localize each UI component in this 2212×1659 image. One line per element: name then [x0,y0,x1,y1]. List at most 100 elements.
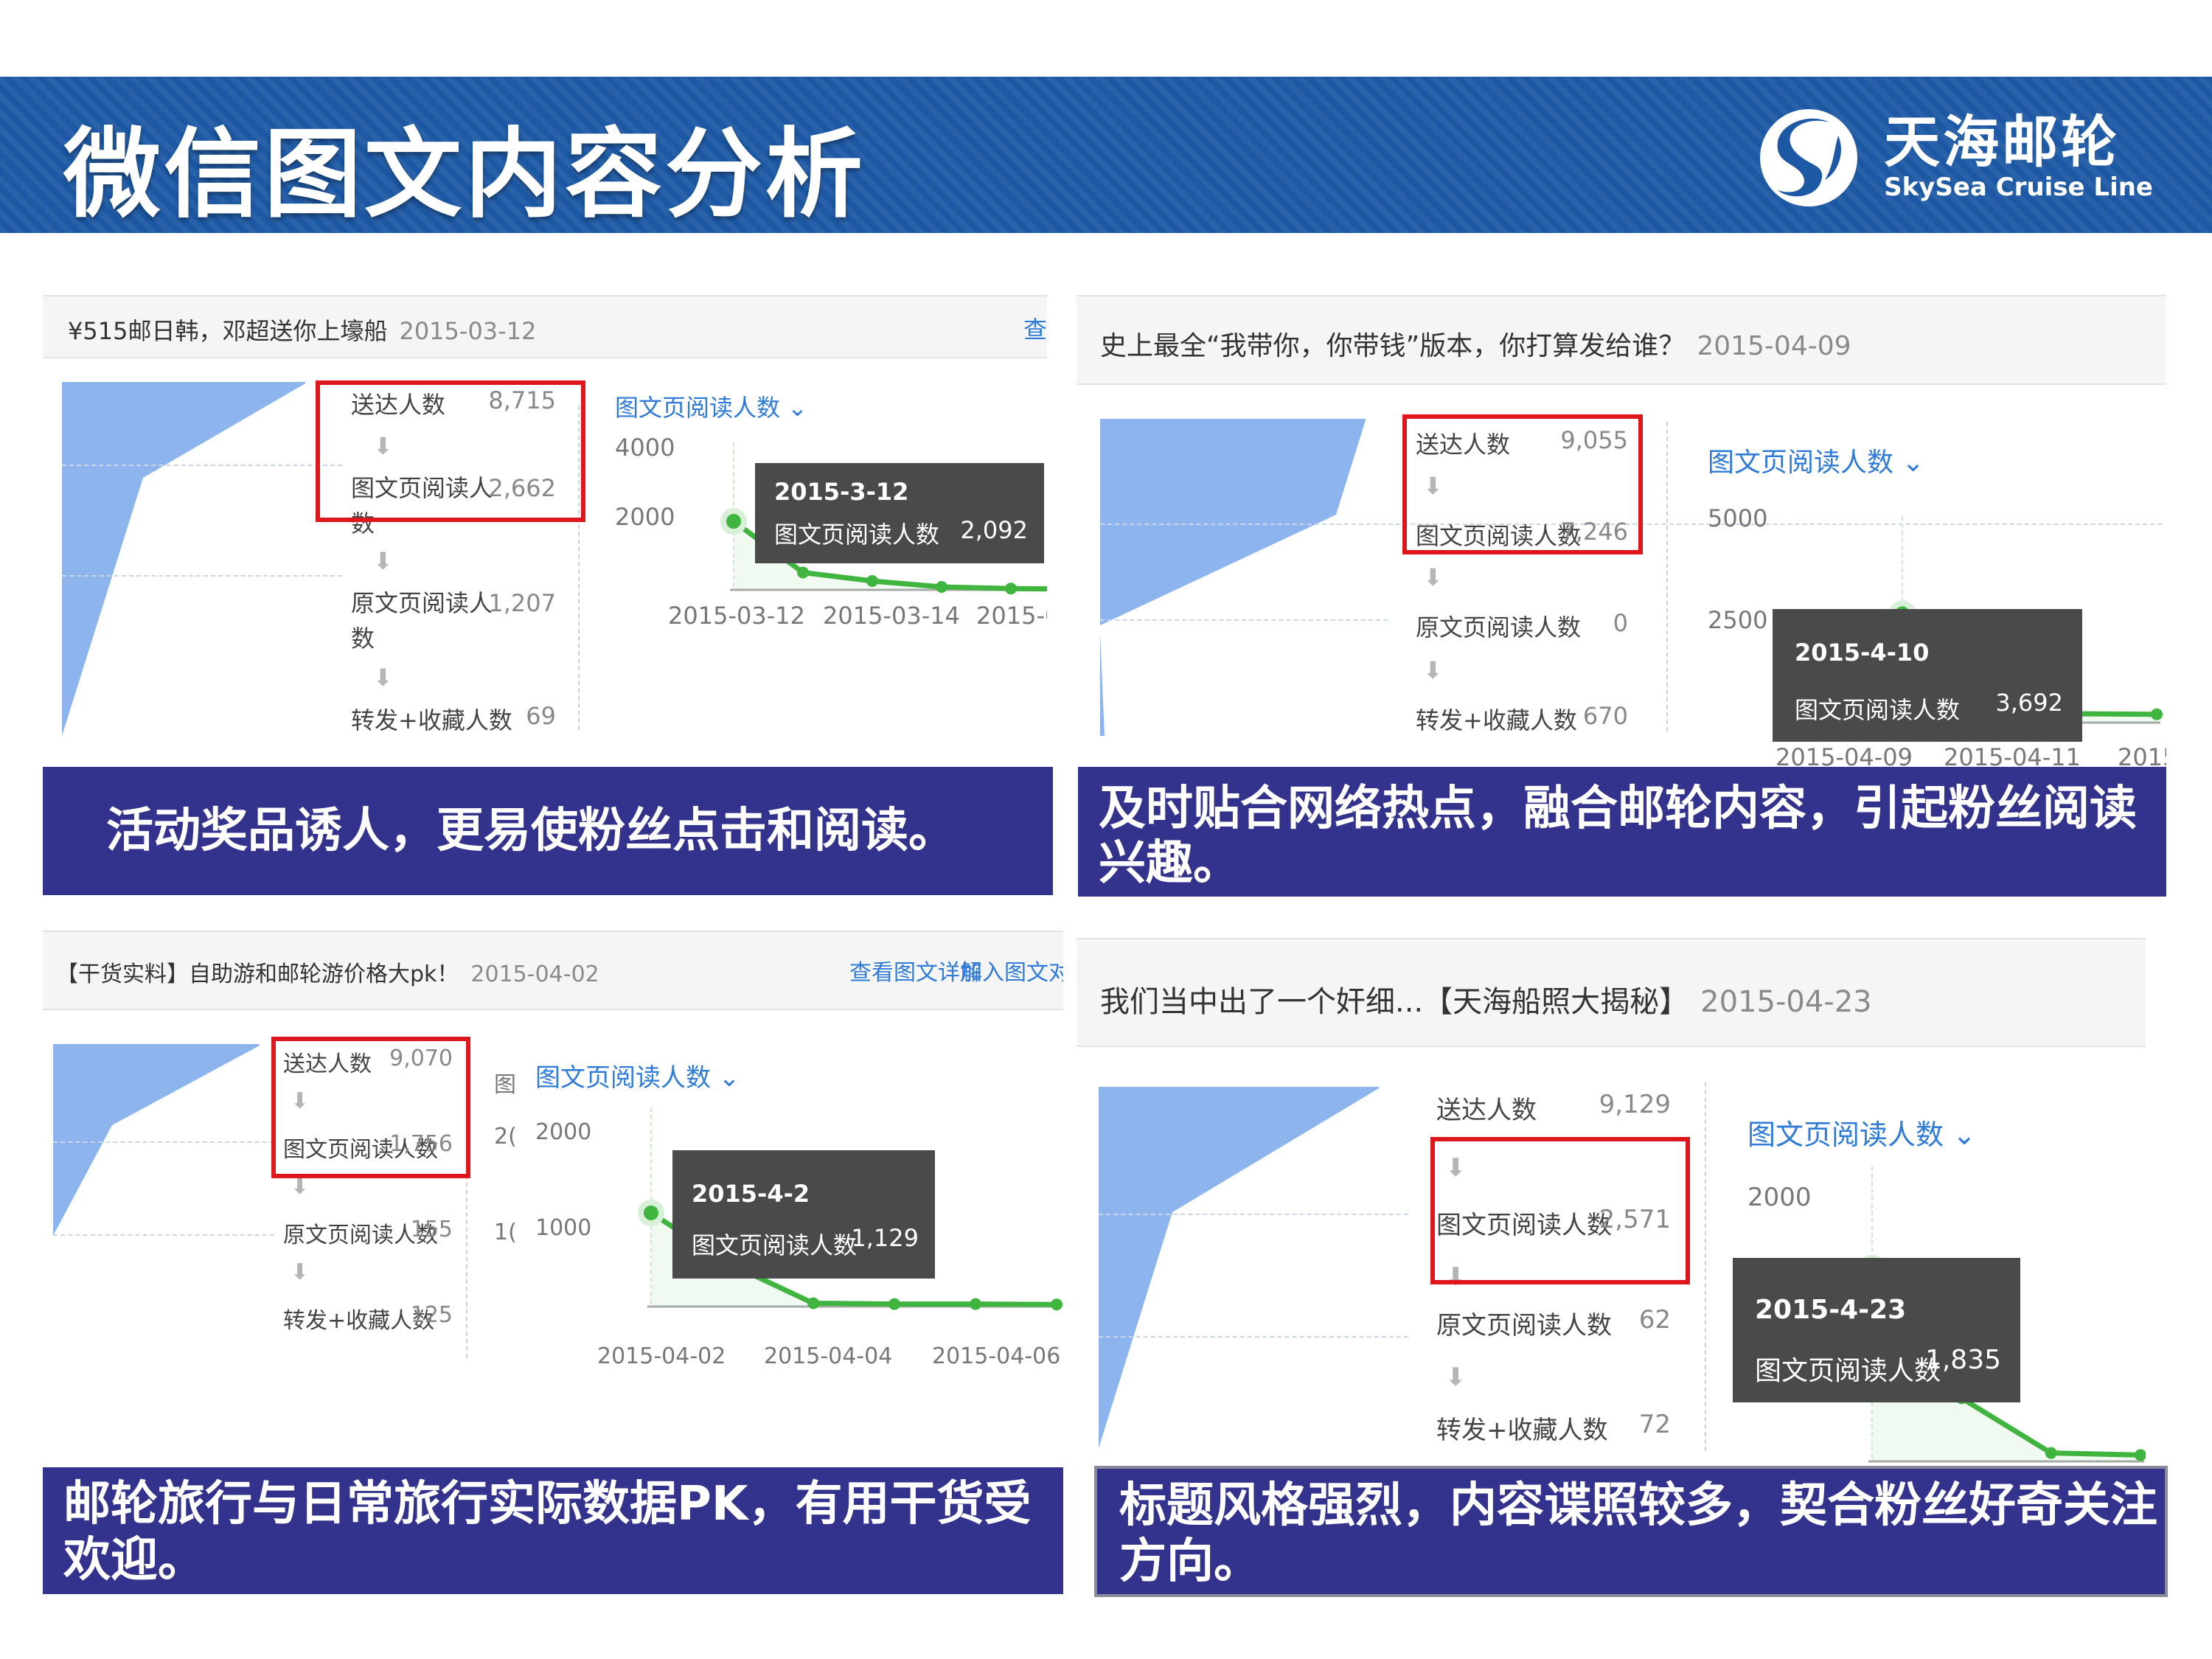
y-tick: 4000 [615,434,675,462]
tooltip-date: 2015-3-12 [774,478,909,506]
tooltip-label: 图文页阅读人数 [1795,696,1961,724]
cut-tick: 2( [494,1124,517,1150]
tooltip-date: 2015-4-2 [692,1180,810,1208]
tooltip-label: 图文页阅读人数 [692,1231,858,1259]
x-tick: 2015-0 [976,602,1047,630]
funnel-guide [1099,1214,1408,1215]
data-point[interactable] [1051,1298,1062,1311]
funnel-row-original: 原文页阅读人数 0 [1416,609,1628,641]
y-tick: 5000 [1708,504,1768,532]
brand-name-cn: 天海邮轮 [1884,109,2121,175]
x-tick: 2015-04-06 [932,1343,1061,1369]
cut-tick: 图 [494,1072,516,1098]
add-compare-link[interactable]: 加入图文对 [960,954,1063,987]
x-tick: 2015- [2118,743,2166,767]
x-tick: 2015-04-02 [597,1343,726,1369]
funnel-shape [62,382,305,736]
skysea-logo-icon [1760,109,1858,206]
metric-dropdown[interactable]: 图文页阅读人数 ⌄ [615,389,807,423]
down-arrow-icon: ⬇ [291,1259,310,1285]
y-tick: 2000 [535,1119,592,1145]
article-title: 史上最全“我带你，你带钱”版本，你打算发给谁？ [1100,331,1686,361]
caption-4: 标题风格强烈，内容谍照较多，契合粉丝好奇关注方向。 [1094,1466,2168,1597]
y-tick: 2500 [1708,606,1768,634]
funnel-row-original: 原文页阅读人数 155 [283,1217,453,1248]
funnel-divider [1705,1082,1706,1451]
article-panel-1: ¥515邮日韩，邓超送你上壕船 2015-03-12 查 送达人数 8,715 ⬇ … [43,295,1047,767]
metric-dropdown[interactable]: 图文页阅读人数 ⌄ [1747,1112,1976,1152]
funnel-row-delivered: 送达人数 9,129 [1436,1090,1671,1125]
x-tick: 2015-04-09 [1775,743,1913,767]
data-point[interactable] [720,508,747,535]
article-date: 2015-04-23 [1700,985,1872,1019]
title-banner: 微信图文内容分析 天海邮轮 SkySea Cruise Line [0,77,2212,233]
tooltip-date: 2015-4-10 [1795,639,1930,667]
tooltip-label: 图文页阅读人数 [774,521,940,549]
funnel-row-shares: 转发+收藏人数 125 [283,1302,453,1334]
data-point[interactable] [1005,582,1017,595]
data-point[interactable] [638,1199,664,1226]
funnel-row-original: 原文页阅读人数 1,207 [351,589,556,653]
data-point[interactable] [936,581,947,593]
y-tick: 2000 [615,503,675,531]
y-tick: 2000 [1747,1183,1812,1212]
tooltip-value: 2,092 [960,516,1028,544]
x-tick: 2015-03-12 [668,602,805,630]
brand-name-en: SkySea Cruise Line [1884,173,2153,202]
highlight-box [1430,1137,1690,1284]
funnel-row-shares: 转发+收藏人数 69 [351,702,556,734]
funnel-row-original: 原文页阅读人数 62 [1436,1305,1671,1340]
slide-title: 微信图文内容分析 [63,118,866,232]
funnel-divider [1666,422,1668,731]
article-date: 2015-03-12 [399,317,537,345]
highlight-box [316,380,585,522]
funnel-guide [53,1234,274,1236]
funnel-guide [62,575,342,577]
article-title: ¥515邮日韩，邓超送你上壕船 [68,317,388,345]
metric-dropdown[interactable]: 图文页阅读人数 ⌄ [535,1057,740,1093]
metric-dropdown[interactable]: 图文页阅读人数 ⌄ [1708,441,1924,479]
highlight-box [1402,414,1643,554]
down-arrow-icon: ⬇ [1423,563,1443,591]
article-header: 史上最全“我带你，你带钱”版本，你打算发给谁？ 2015-04-09 [1077,295,2166,385]
funnel-guide [53,1141,274,1143]
funnel-guide [1100,619,1388,621]
funnel-row-shares: 转发+收藏人数 72 [1436,1410,1671,1445]
down-arrow-icon: ⬇ [1445,1363,1467,1392]
slide: 微信图文内容分析 天海邮轮 SkySea Cruise Line ¥515邮日韩… [0,0,2212,1659]
article-panel-4: 我们当中出了一个奸细...【天海船照大揭秘】 2015-04-23 送达人数 9,1… [1077,938,2146,1466]
down-arrow-icon: ⬇ [373,664,393,692]
x-tick: 2015-03-14 [823,602,960,630]
funnel-row-shares: 转发+收藏人数 670 [1416,702,1628,734]
chart-tooltip: 2015-4-10 图文页阅读人数 3,692 [1773,609,2082,742]
article-panel-2: 史上最全“我带你，你带钱”版本，你打算发给谁？ 2015-04-09 送达人数 9,… [1077,295,2166,767]
data-point[interactable] [888,1298,900,1310]
down-arrow-icon: ⬇ [373,547,393,575]
funnel-shape [53,1044,260,1236]
data-point[interactable] [807,1297,819,1310]
article-panel-3: 【干货实料】自助游和邮轮游价格大pk！ 2015-04-02 查看图文详解 加入图… [43,931,1063,1467]
data-point[interactable] [866,575,878,587]
caption-2: 及时贴合网络热点，融合邮轮内容，引起粉丝阅读兴趣。 [1078,767,2166,897]
article-title: 【干货实料】自助游和邮轮游价格大pk！ [56,961,459,987]
article-date: 2015-04-02 [470,961,599,987]
funnel-guide [62,465,342,466]
data-point[interactable] [797,566,809,579]
tooltip-date: 2015-4-23 [1755,1295,1907,1325]
funnel-shape [1100,419,1366,736]
view-detail-link[interactable]: 查 [1023,311,1047,345]
data-point[interactable] [970,1298,981,1310]
caption-3: 邮轮旅行与日常旅行实际数据PK，有用干货受欢迎。 [43,1467,1063,1594]
caption-1: 活动奖品诱人，更易使粉丝点击和阅读。 [43,767,1053,895]
data-point[interactable] [2045,1447,2057,1459]
article-date: 2015-04-09 [1697,331,1851,361]
down-arrow-icon: ⬇ [1423,656,1443,684]
chart-tooltip: 2015-4-23 图文页阅读人数 1,835 [1733,1258,2020,1402]
tooltip-label: 图文页阅读人数 [1755,1356,1941,1386]
y-tick: 1000 [535,1215,592,1241]
highlight-box [271,1037,470,1178]
data-point[interactable] [2151,708,2163,720]
x-tick: 2015-04-11 [1944,743,2081,767]
chart-tooltip: 2015-3-12 图文页阅读人数 2,092 [755,463,1044,563]
funnel-guide [1099,1336,1408,1338]
